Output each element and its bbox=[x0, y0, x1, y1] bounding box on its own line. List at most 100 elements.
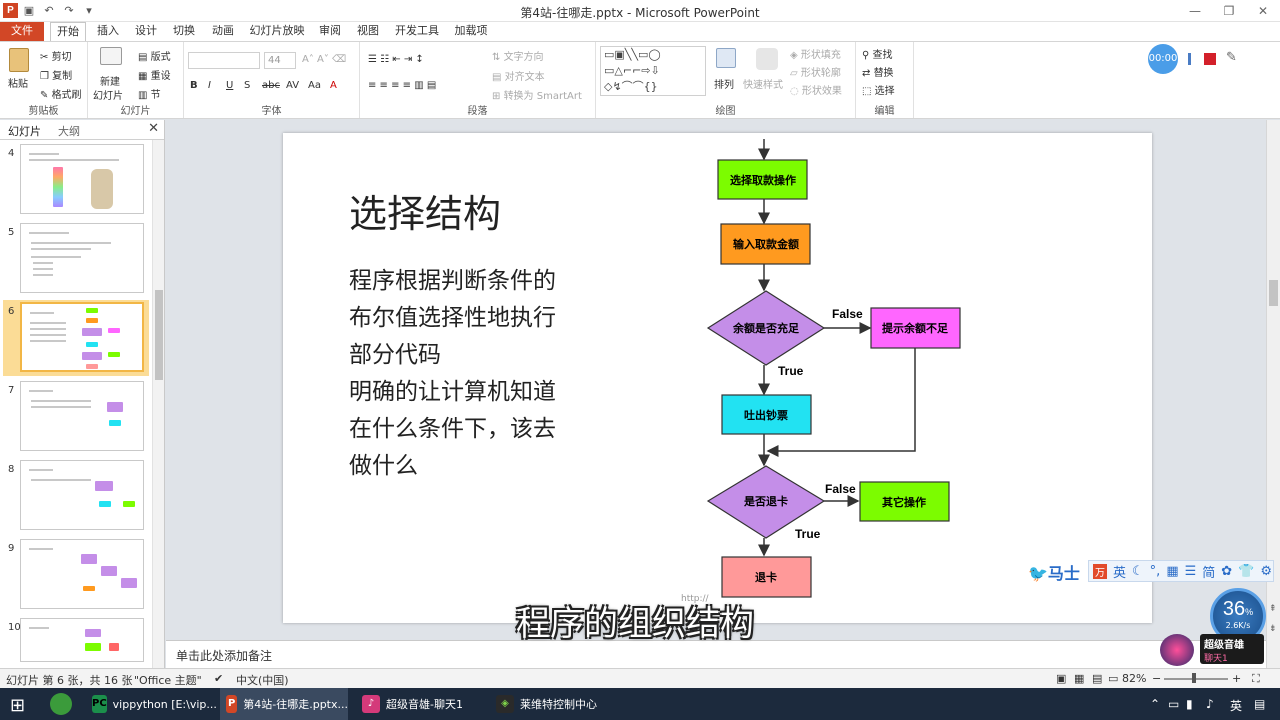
align-text-button[interactable]: ▤ 对齐文本 bbox=[492, 68, 545, 83]
arrange-icon[interactable] bbox=[716, 48, 736, 68]
taskbar-item-pycharm[interactable]: PC vippython [E:\vip... bbox=[86, 688, 217, 720]
paste-icon[interactable] bbox=[9, 48, 29, 72]
arrange-button[interactable]: 排列 bbox=[714, 76, 734, 91]
slide-thumbnail[interactable] bbox=[20, 618, 144, 662]
tab-developer[interactable]: 开发工具 bbox=[390, 22, 444, 41]
tray-expand-icon[interactable]: ⌃ bbox=[1150, 697, 1160, 711]
thumbnail-scrollbar[interactable] bbox=[152, 140, 164, 668]
reset-button[interactable]: ▦ 重设 bbox=[138, 67, 171, 82]
fit-window-icon[interactable]: ⛶ bbox=[1252, 672, 1260, 686]
tab-view[interactable]: 视图 bbox=[350, 22, 386, 41]
tab-animations[interactable]: 动画 bbox=[205, 22, 241, 41]
find-button[interactable]: ⚲ 查找 bbox=[862, 46, 893, 61]
shirt-icon[interactable]: 👕 bbox=[1238, 564, 1254, 579]
spellcheck-icon[interactable]: ✔ bbox=[214, 672, 223, 685]
new-slide-label[interactable]: 新建 bbox=[100, 73, 120, 88]
tab-addins[interactable]: 加载项 bbox=[448, 22, 494, 41]
moon-icon[interactable]: ☾ bbox=[1132, 564, 1144, 579]
restore-icon[interactable]: ❐ bbox=[1212, 0, 1246, 22]
new-slide-dropdown[interactable]: 幻灯片 bbox=[93, 87, 123, 102]
paste-button[interactable]: 粘贴 bbox=[8, 75, 28, 90]
tab-outline-panel[interactable]: 大纲 bbox=[58, 123, 80, 139]
tab-home[interactable]: 开始 bbox=[50, 22, 86, 41]
stop-icon[interactable] bbox=[1204, 53, 1216, 65]
replace-button[interactable]: ⇄ 替换 bbox=[862, 64, 894, 79]
next-slide-icon[interactable]: ⇟ bbox=[1269, 624, 1277, 634]
slide-thumbnail[interactable] bbox=[20, 381, 144, 451]
pause-icon[interactable] bbox=[1188, 53, 1191, 65]
bold-button[interactable]: B bbox=[190, 80, 198, 91]
slideshow-view-icon[interactable]: ▭ bbox=[1108, 672, 1118, 685]
zoom-in-icon[interactable]: + bbox=[1232, 672, 1241, 685]
tray-ime[interactable]: 英 bbox=[1230, 697, 1242, 714]
tab-insert[interactable]: 插入 bbox=[90, 22, 126, 41]
slide-thumbnail[interactable] bbox=[20, 223, 144, 293]
quick-styles-icon[interactable] bbox=[756, 48, 778, 70]
taskbar-item-powerpoint[interactable]: P 第4站-往哪走.pptx... bbox=[220, 688, 348, 720]
punctuation-icon[interactable]: °, bbox=[1150, 564, 1161, 579]
keyboard-icon[interactable]: ▦ bbox=[1166, 564, 1178, 579]
text-direction-button[interactable]: ⇅ 文字方向 bbox=[492, 48, 544, 63]
language-status[interactable]: 中文(中国) bbox=[236, 672, 289, 688]
taskbar-item-control-center[interactable]: ◈ 莱维特控制中心 bbox=[490, 688, 618, 720]
slide-thumbnail[interactable] bbox=[20, 144, 144, 214]
ime-simplified[interactable]: 简 bbox=[1202, 562, 1215, 581]
cut-button[interactable]: ✂ 剪切 bbox=[40, 48, 72, 63]
layout-button[interactable]: ▤ 版式 bbox=[138, 48, 171, 63]
ime-menu-icon[interactable]: ☰ bbox=[1185, 564, 1197, 579]
section-button[interactable]: ▥ 节 bbox=[138, 86, 161, 101]
font-name-input[interactable] bbox=[188, 52, 260, 69]
reading-view-icon[interactable]: ▤ bbox=[1092, 672, 1102, 685]
ime-logo-icon[interactable]: 万 bbox=[1093, 563, 1107, 579]
editor-scrollbar[interactable]: ⇞ ⇟ bbox=[1266, 120, 1280, 668]
ime-settings-icon[interactable]: ⚙ bbox=[1260, 564, 1272, 579]
windows-start-icon[interactable]: ⊞ bbox=[10, 695, 25, 716]
bullets-icon[interactable]: ☰ ☷ ⇤ ⇥ ↕ bbox=[368, 54, 424, 65]
taskbar-item-music[interactable]: ♪ 超级音雄-聊天1 bbox=[356, 688, 484, 720]
prev-slide-icon[interactable]: ⇞ bbox=[1269, 604, 1277, 614]
zoom-level[interactable]: 82% bbox=[1122, 672, 1146, 685]
shape-effects-button[interactable]: ◌ 形状效果 bbox=[790, 82, 842, 97]
sorter-view-icon[interactable]: ▦ bbox=[1074, 672, 1084, 685]
shapes-gallery[interactable]: ▭▣╲╲▭◯ ▭△⌐⌐⇨⇩ ◇↯⌒⌒{} bbox=[600, 46, 706, 96]
volume-icon[interactable]: ♪ bbox=[1206, 697, 1214, 711]
normal-view-icon[interactable]: ▣ bbox=[1056, 672, 1066, 685]
italic-button[interactable]: I bbox=[208, 80, 211, 91]
zoom-slider[interactable] bbox=[1164, 678, 1228, 680]
new-slide-icon[interactable] bbox=[100, 47, 122, 65]
battery-icon[interactable]: ▮ bbox=[1186, 697, 1193, 711]
font-color-button[interactable]: A bbox=[330, 80, 337, 91]
shadow-button[interactable]: S bbox=[244, 80, 250, 91]
change-case-button[interactable]: Aa bbox=[308, 80, 321, 91]
quick-styles-button[interactable]: 快速样式 bbox=[743, 76, 783, 91]
select-button[interactable]: ⬚ 选择 bbox=[862, 82, 895, 97]
align-icons[interactable]: ≡ ≡ ≡ ≡ ▥ ▤ bbox=[368, 80, 436, 91]
format-painter-button[interactable]: ✎ 格式刷 bbox=[40, 86, 82, 101]
slide-thumbnail-selected[interactable] bbox=[20, 302, 144, 372]
close-panel-icon[interactable]: ✕ bbox=[148, 121, 159, 136]
tab-review[interactable]: 审阅 bbox=[312, 22, 348, 41]
tab-design[interactable]: 设计 bbox=[128, 22, 164, 41]
strikethrough-button[interactable]: abc bbox=[262, 80, 280, 91]
slide-thumbnail[interactable] bbox=[20, 460, 144, 530]
close-icon[interactable]: ✕ bbox=[1246, 0, 1280, 22]
smartart-button[interactable]: ⊞ 转换为 SmartArt bbox=[492, 87, 582, 102]
copy-button[interactable]: ❐ 复制 bbox=[40, 67, 72, 82]
slide-thumbnail[interactable] bbox=[20, 539, 144, 609]
tab-file[interactable]: 文件 bbox=[0, 22, 44, 41]
grow-font-icon[interactable]: A˄ A˅ ⌫ bbox=[302, 54, 346, 65]
network-icon[interactable]: ▭ bbox=[1168, 697, 1179, 711]
zoom-out-icon[interactable]: − bbox=[1152, 672, 1161, 685]
shape-outline-button[interactable]: ▱ 形状轮廓 bbox=[790, 64, 841, 79]
browser-icon[interactable] bbox=[50, 693, 72, 715]
current-slide[interactable]: 选择结构 程序根据判断条件的 布尔值选择性地执行 部分代码 明确的让计算机知道 … bbox=[283, 133, 1152, 623]
char-spacing-button[interactable]: AV bbox=[286, 80, 299, 91]
zoom-slider-handle[interactable] bbox=[1192, 673, 1196, 683]
shape-fill-button[interactable]: ◈ 形状填充 bbox=[790, 46, 841, 61]
notification-icon[interactable]: ▤ bbox=[1254, 697, 1265, 711]
underline-button[interactable]: U bbox=[226, 80, 233, 91]
minimize-icon[interactable]: — bbox=[1178, 0, 1212, 22]
tab-transitions[interactable]: 切换 bbox=[166, 22, 202, 41]
font-size-input[interactable]: 44 bbox=[264, 52, 296, 69]
ime-mode[interactable]: 英 bbox=[1113, 562, 1126, 581]
